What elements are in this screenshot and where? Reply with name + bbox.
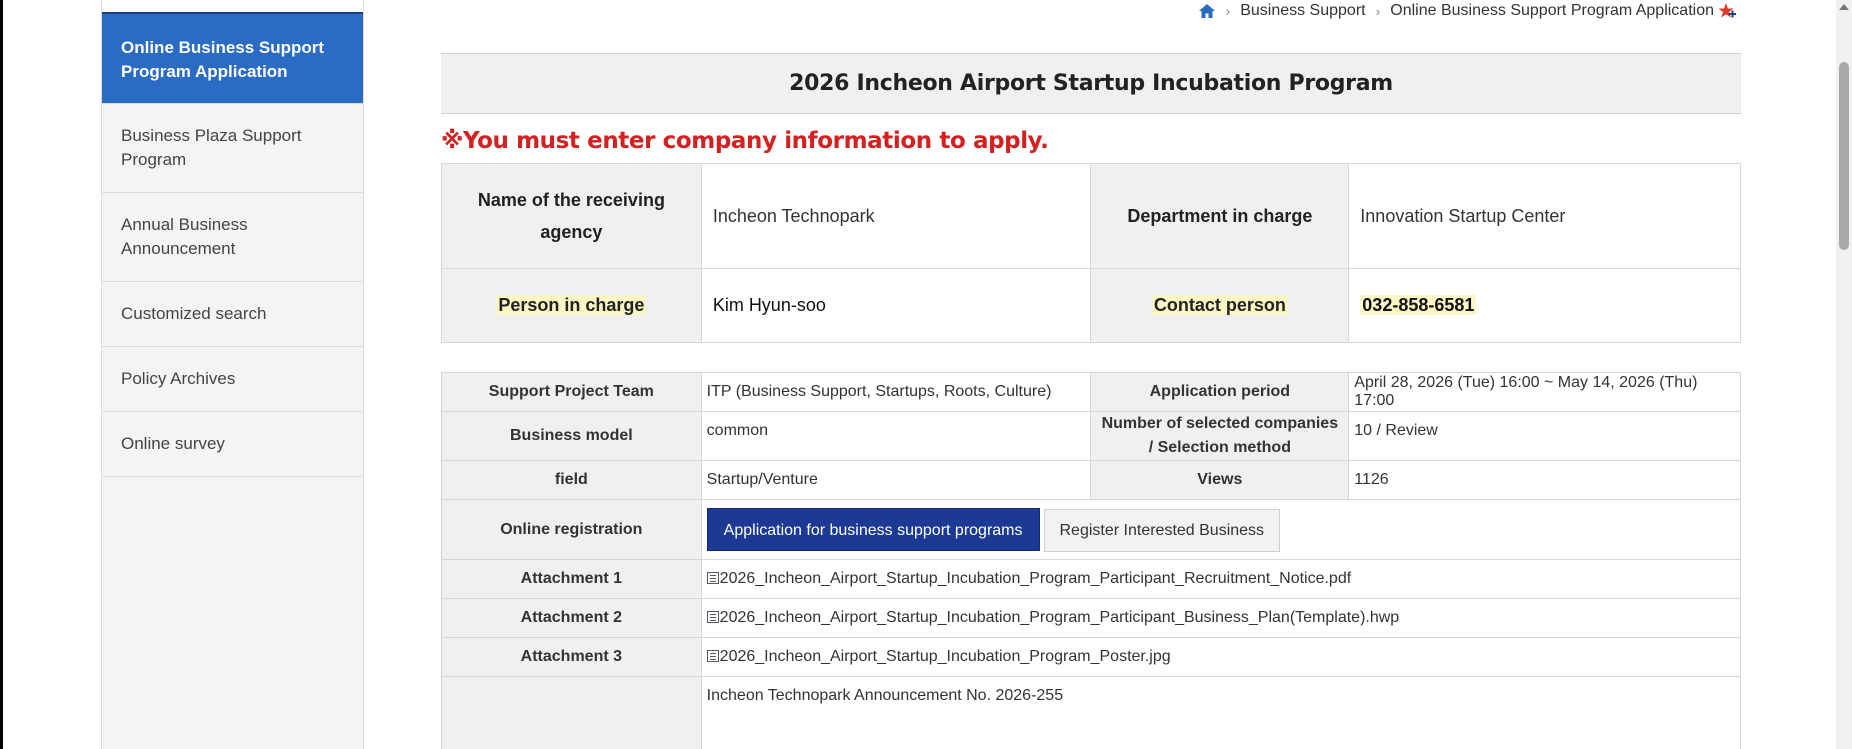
department-label: Department in charge [1090,163,1350,269]
field-value: Startup/Venture [700,460,1092,500]
attachment-2-cell: 2026_Incheon_Airport_Startup_Incubation_… [700,598,1742,638]
attachment-1-label: Attachment 1 [441,559,702,599]
home-icon[interactable] [1198,3,1216,19]
breadcrumb-current-page[interactable]: Online Business Support Program Applicat… [1390,2,1714,20]
attachment-1-link[interactable]: 2026_Incheon_Airport_Startup_Incubation_… [720,570,1352,587]
page-title: 2026 Incheon Airport Startup Incubation … [441,53,1741,114]
window-edge [0,0,3,749]
announcement-value: Incheon Technopark Announcement No. 2026… [700,676,1742,749]
person-in-charge-label-text: Person in charge [496,295,647,315]
attachment-1-cell: 2026_Incheon_Airport_Startup_Incubation_… [700,559,1742,599]
register-interest-button[interactable]: Register Interested Business [1043,508,1281,552]
business-model-label: Business model [441,411,702,461]
online-registration-actions: Application for business support program… [700,499,1742,560]
views-value: 1126 [1348,460,1741,500]
scroll-up-arrow-icon[interactable] [1839,4,1849,10]
breadcrumb-business-support[interactable]: Business Support [1240,2,1365,20]
agency-table: Name of the receiving agency Incheon Tec… [441,163,1741,343]
sidebar-item-business-plaza[interactable]: Business Plaza Support Program [102,104,363,193]
breadcrumb: › Business Support › Online Business Sup… [1198,0,1736,22]
sidebar-item-annual-announcement[interactable]: Annual Business Announcement [102,193,363,282]
sidebar-nav: Online Business Support Program Applicat… [101,0,364,749]
page-scrollbar[interactable] [1836,0,1852,749]
program-info-table: Support Project Team ITP (Business Suppo… [441,372,1742,749]
attachment-3-link[interactable]: 2026_Incheon_Airport_Startup_Incubation_… [720,648,1171,665]
support-team-label: Support Project Team [441,372,702,412]
file-icon [706,650,719,662]
field-label: field [441,460,702,500]
scroll-thumb[interactable] [1839,62,1849,250]
contact-phone[interactable]: 032-858-6581 [1360,295,1477,315]
chevron-right-icon: › [1225,3,1231,19]
star-add-icon[interactable] [1718,2,1736,20]
attachment-3-cell: 2026_Incheon_Airport_Startup_Incubation_… [700,637,1742,677]
attachment-2-label: Attachment 2 [441,598,702,638]
online-registration-label: Online registration [441,499,702,560]
business-model-value: common [700,411,1092,461]
department-value: Innovation Startup Center [1348,163,1741,269]
attachment-2-link[interactable]: 2026_Incheon_Airport_Startup_Incubation_… [720,609,1400,626]
contact-person-value: 032-858-6581 [1348,268,1741,343]
sidebar-item-online-application[interactable]: Online Business Support Program Applicat… [102,14,363,104]
application-period-label: Application period [1090,372,1350,412]
selected-companies-label: Number of selected companies / Selection… [1090,411,1350,461]
file-icon [706,572,719,584]
file-icon [706,611,719,623]
announcement-label [441,676,702,749]
sidebar-item-online-survey[interactable]: Online survey [102,412,363,477]
sidebar-item-policy-archives[interactable]: Policy Archives [102,347,363,412]
sidebar-item-customized-search[interactable]: Customized search [102,282,363,347]
attachment-3-label: Attachment 3 [441,637,702,677]
selected-companies-value: 10 / Review [1348,411,1741,461]
receiving-agency-value: Incheon Technopark [700,163,1092,269]
chevron-right-icon: › [1375,3,1381,19]
views-label: Views [1090,460,1350,500]
contact-person-label: Contact person [1090,268,1350,343]
receiving-agency-label: Name of the receiving agency [441,163,702,269]
person-in-charge-label: Person in charge [441,268,702,343]
application-period-value: April 28, 2026 (Tue) 16:00 ~ May 14, 202… [1348,372,1741,412]
contact-person-label-text: Contact person [1151,295,1288,315]
sidebar-top-border [102,0,363,14]
support-team-value: ITP (Business Support, Startups, Roots, … [700,372,1092,412]
person-in-charge-value: Kim Hyun-soo [700,268,1092,343]
company-info-notice: ※You must enter company information to a… [441,128,1049,154]
main-content: 2026 Incheon Airport Startup Incubation … [441,53,1742,749]
apply-support-program-button[interactable]: Application for business support program… [706,507,1040,551]
